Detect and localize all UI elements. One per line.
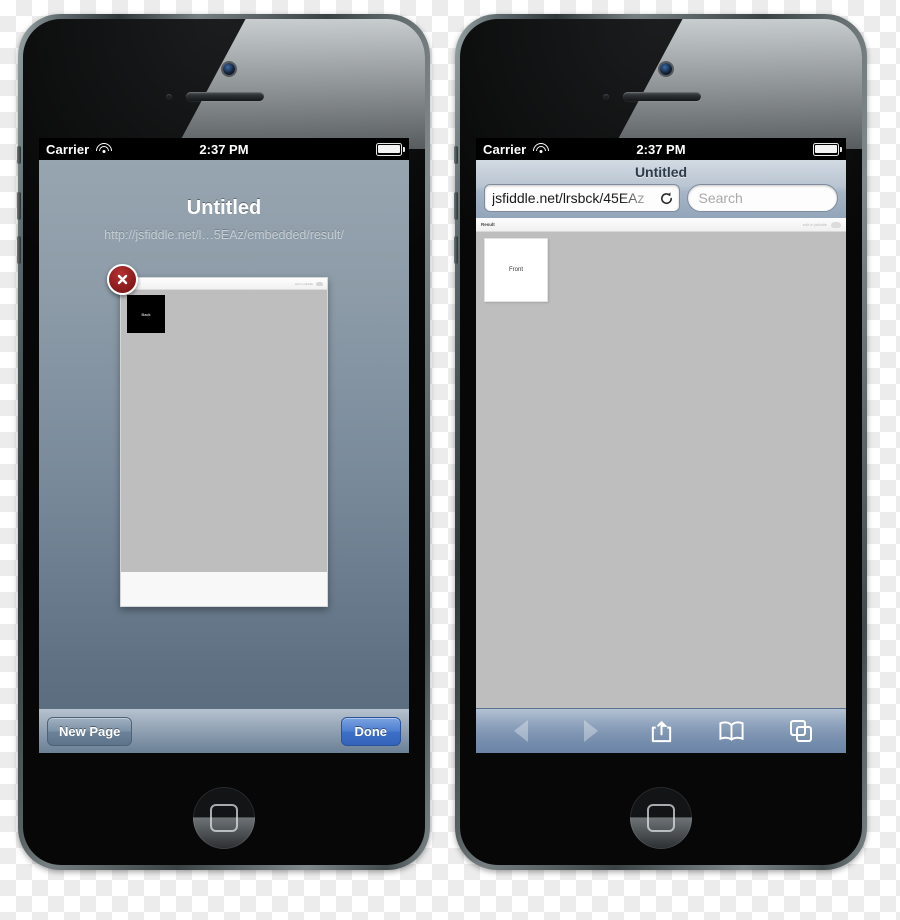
phone-right: Carrier 2:37 PM Untitled jsfiddle.net/lr…	[454, 14, 867, 870]
cloud-icon	[316, 281, 323, 286]
jsfiddle-result-bar: Result edit in jsfiddle	[476, 218, 846, 232]
thumbnail-edit-hint: edit in jsfiddle	[294, 281, 313, 286]
status-bar: Carrier 2:37 PM	[39, 138, 409, 160]
front-camera-icon-right	[660, 63, 672, 75]
phone-left-body: Carrier 2:37 PM Untitled http://jsfiddle…	[23, 19, 425, 865]
thumbnail-card: Back	[127, 295, 165, 333]
web-page-content: Result edit in jsfiddle Front	[476, 218, 846, 709]
back-arrow-icon[interactable]	[501, 716, 541, 746]
address-bar[interactable]: jsfiddle.net/lrsbck/45EAz	[484, 184, 681, 212]
safari-fields-row: jsfiddle.net/lrsbck/45EAz Search	[476, 184, 846, 212]
result-bar-right: edit in jsfiddle	[802, 221, 841, 228]
safari-nav-bar: Untitled jsfiddle.net/lrsbck/45EAz Searc…	[476, 160, 846, 219]
share-icon[interactable]	[641, 716, 681, 746]
status-bar-right: Carrier 2:37 PM	[476, 138, 846, 160]
thumbnail-body: Back	[121, 290, 327, 572]
tabs-overview: Untitled http://jsfiddle.net/l…5EAz/embe…	[39, 160, 409, 753]
address-bar-value: jsfiddle.net/lrsbck/45EAz	[492, 190, 645, 206]
home-button[interactable]	[193, 787, 255, 849]
phone-left: Carrier 2:37 PM Untitled http://jsfiddle…	[17, 14, 430, 870]
volume-down-button[interactable]	[17, 236, 21, 264]
phone-left-screen: Carrier 2:37 PM Untitled http://jsfiddle…	[39, 138, 409, 753]
tabs-toolbar: New Page Done	[39, 708, 409, 753]
proximity-sensor-icon	[166, 94, 172, 100]
safari-toolbar	[476, 708, 846, 753]
forward-arrow-icon[interactable]	[571, 716, 611, 746]
screenshot-stage: Carrier 2:37 PM Untitled http://jsfiddle…	[0, 0, 900, 920]
home-button-right[interactable]	[630, 787, 692, 849]
done-button[interactable]: Done	[340, 716, 401, 746]
battery-full-icon	[376, 142, 405, 156]
phone-right-screen: Carrier 2:37 PM Untitled jsfiddle.net/lr…	[476, 138, 846, 753]
search-placeholder: Search	[698, 190, 743, 206]
tab-thumbnail-wrap[interactable]: edit in jsfiddle Back	[107, 264, 328, 607]
new-page-button[interactable]: New Page	[47, 716, 133, 746]
battery-full-icon-right	[813, 142, 842, 156]
page-url: http://jsfiddle.net/l…5EAz/embedded/resu…	[104, 228, 344, 242]
page-title: Untitled	[186, 197, 262, 219]
home-square-icon-right	[647, 804, 675, 832]
search-input[interactable]: Search	[687, 184, 838, 212]
thumbnail-footer	[121, 572, 327, 606]
flashcard[interactable]: Front	[484, 238, 548, 302]
close-tab-icon[interactable]	[107, 264, 138, 295]
safari-page-title: Untitled	[634, 164, 688, 180]
flashcard-label: Front	[508, 267, 523, 273]
earpiece-speaker-right	[623, 92, 701, 101]
volume-up-button[interactable]	[17, 192, 21, 220]
bookmarks-book-icon[interactable]	[711, 716, 751, 746]
clock-label-right: 2:37 PM	[636, 141, 686, 157]
screen-glare	[175, 19, 425, 149]
edit-hint-label: edit in jsfiddle	[802, 222, 827, 227]
cloud-icon-right	[831, 221, 841, 228]
front-camera-icon	[223, 63, 235, 75]
clock-label: 2:37 PM	[199, 141, 249, 157]
screen-glare-right	[612, 19, 862, 149]
proximity-sensor-icon-right	[603, 94, 609, 100]
mute-switch[interactable]	[17, 146, 21, 164]
mute-switch-right[interactable]	[454, 146, 458, 164]
home-square-icon	[210, 804, 238, 832]
volume-down-button-right[interactable]	[454, 236, 458, 264]
tab-thumbnail[interactable]: edit in jsfiddle Back	[120, 277, 328, 607]
reload-icon[interactable]	[659, 191, 674, 206]
phone-right-body: Carrier 2:37 PM Untitled jsfiddle.net/lr…	[460, 19, 862, 865]
result-label: Result	[481, 222, 495, 227]
earpiece-speaker	[186, 92, 264, 101]
tabs-icon[interactable]	[781, 716, 821, 746]
thumbnail-result-bar: edit in jsfiddle	[121, 278, 327, 290]
thumbnail-card-label: Back	[141, 311, 151, 317]
volume-up-button-right[interactable]	[454, 192, 458, 220]
